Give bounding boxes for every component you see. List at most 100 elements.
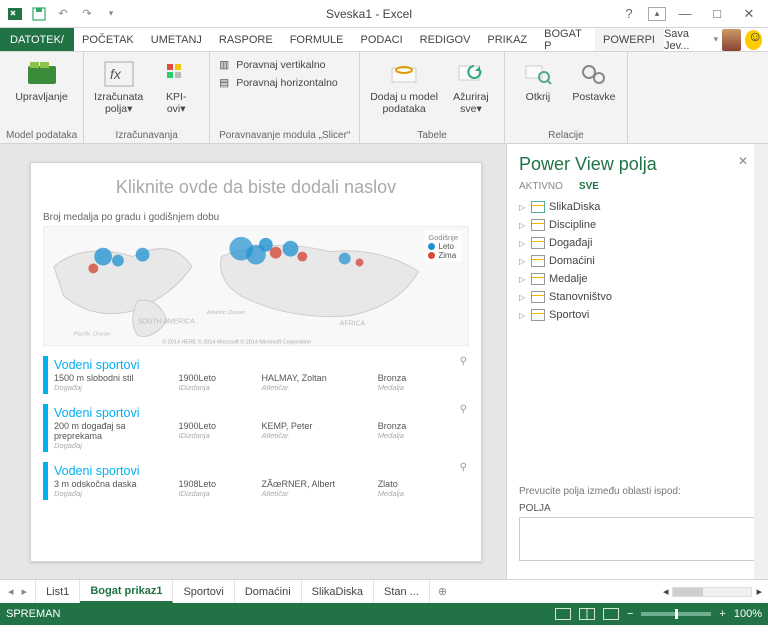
help-icon[interactable]: ? [616, 4, 642, 24]
view-layout-icon[interactable] [579, 608, 595, 620]
tab-file[interactable]: DATOTEK/ [0, 28, 74, 51]
field-item[interactable]: ▷ Discipline [519, 216, 756, 234]
zoom-value[interactable]: 100% [734, 608, 762, 620]
main-area: Kliknite ovde da biste dodali naslov Bro… [0, 144, 768, 579]
tab-view[interactable]: PRIKAZ [479, 28, 536, 51]
refresh-all-button[interactable]: Ažuriraj sve▾ [444, 56, 498, 117]
field-item[interactable]: ▷Domaćini [519, 252, 756, 270]
pin-icon[interactable]: ⚲ [460, 356, 467, 367]
kpi-button[interactable]: KPI- ovi▾ [149, 56, 203, 117]
hscroll-thumb[interactable] [673, 588, 703, 596]
group-calc: fx Izračunata polja▾ KPI- ovi▾ Izračunav… [84, 52, 210, 143]
tab-home[interactable]: POČETAK [74, 28, 143, 51]
tab-data[interactable]: PODACI [352, 28, 411, 51]
tab-powerview[interactable]: BOGAT P [536, 28, 595, 51]
tab-review[interactable]: REDIGOV [412, 28, 480, 51]
title-placeholder[interactable]: Kliknite ovde da biste dodali naslov [43, 171, 469, 212]
zoom-out-icon[interactable]: − [627, 608, 633, 620]
add-sheet-icon[interactable]: ⊕ [430, 580, 455, 603]
user-name: Sava Jev... [664, 28, 710, 52]
expand-icon[interactable]: ▷ [519, 311, 527, 320]
fields-pane: Power View polja ✕ AKTIVNO SVE ▷SlikaDis… [506, 144, 768, 579]
minimize-icon[interactable]: — [672, 4, 698, 24]
data-card[interactable]: ⚲ Vodeni sportovi 1500 m slobodni stilDo… [43, 356, 469, 394]
smiley-icon[interactable] [745, 30, 762, 50]
close-icon[interactable]: ✕ [736, 4, 762, 24]
avatar[interactable] [722, 29, 741, 51]
powerview-canvas[interactable]: Kliknite ovde da biste dodali naslov Bro… [30, 162, 482, 562]
tab-insert[interactable]: UMETANJ [143, 28, 211, 51]
field-label: Discipline [549, 219, 596, 231]
sheet-tab[interactable]: SlikaDiska [302, 580, 374, 603]
expand-icon[interactable]: ▷ [519, 293, 527, 302]
pane-scrollbar[interactable] [754, 144, 768, 579]
ribbon-tabs: DATOTEK/ POČETAK UMETANJ RASPORE FORMULE… [0, 28, 768, 52]
sheet-tab[interactable]: Sportovi [173, 580, 234, 603]
hscroll-right-icon[interactable]: ▸ [756, 585, 762, 598]
expand-icon[interactable]: ▷ [519, 221, 527, 230]
expand-icon[interactable]: ▷ [519, 203, 527, 212]
window-title: Sveska1 - Excel [122, 7, 616, 21]
window-controls: ? ▴ — □ ✕ [616, 4, 768, 24]
sheet-tab[interactable]: Bogat prikaz1 [80, 580, 173, 603]
map-caption: Broj medalja po gradu i godišnjem dobu [43, 212, 469, 226]
refresh-icon [455, 58, 487, 90]
field-item[interactable]: ▷Medalje [519, 270, 756, 288]
data-card[interactable]: ⚲ Vodeni sportovi 200 m događaj sa prepr… [43, 404, 469, 452]
undo-icon[interactable]: ↶ [52, 3, 74, 25]
expand-icon[interactable]: ▷ [519, 275, 527, 284]
table-icon [531, 237, 545, 249]
sheet-tab[interactable]: List1 [36, 580, 80, 603]
tab-layout[interactable]: RASPORE [211, 28, 282, 51]
hscroll-left-icon[interactable]: ◂ [663, 585, 669, 598]
align-horiz-icon: ▤ [216, 75, 232, 91]
zoom-slider[interactable] [641, 612, 711, 616]
align-vert-button[interactable]: ▥Poravnaj vertikalno [216, 56, 353, 74]
align-horiz-button[interactable]: ▤Poravnaj horizontalno [216, 74, 353, 92]
maximize-icon[interactable]: □ [704, 4, 730, 24]
zoom-in-icon[interactable]: + [719, 608, 725, 620]
field-item[interactable]: ▷Događaji [519, 234, 756, 252]
pin-icon[interactable]: ⚲ [460, 404, 467, 415]
align-vert-icon: ▥ [216, 57, 232, 73]
view-break-icon[interactable] [603, 608, 619, 620]
excel-icon[interactable] [4, 3, 26, 25]
pane-tab-all[interactable]: SVE [579, 181, 599, 192]
fields-drop-box[interactable] [519, 517, 756, 561]
table-icon [531, 219, 545, 231]
tab-powerpivot[interactable]: POWERPI [595, 28, 664, 51]
field-item[interactable]: ▷ SlikaDiska [519, 198, 756, 216]
sheet-nav[interactable]: ◂▸ [0, 580, 36, 603]
kpi-icon [160, 58, 192, 90]
expand-icon[interactable]: ▷ [519, 239, 527, 248]
drop-zone: Prevucite polja između oblasti ispod: PO… [507, 478, 768, 579]
map-visual[interactable]: SOUTH AMERICA AFRICA Atlantic Ocean Paci… [43, 226, 469, 346]
save-icon[interactable] [28, 3, 50, 25]
world-map-icon: SOUTH AMERICA AFRICA Atlantic Ocean Paci… [44, 227, 468, 345]
calc-fields-button[interactable]: fx Izračunata polja▾ [90, 56, 147, 117]
pane-close-icon[interactable]: ✕ [738, 154, 748, 168]
canvas-zone[interactable]: Kliknite ovde da biste dodali naslov Bro… [0, 144, 506, 579]
data-card[interactable]: ⚲ Vodeni sportovi 3 m odskočna daskaDoga… [43, 462, 469, 500]
detect-button[interactable]: Otkrij [511, 56, 565, 106]
link-table-icon [388, 58, 420, 90]
pane-tab-active[interactable]: AKTIVNO [519, 181, 563, 192]
expand-icon[interactable]: ▷ [519, 257, 527, 266]
view-normal-icon[interactable] [555, 608, 571, 620]
field-item[interactable]: ▷Stanovništvo [519, 288, 756, 306]
pin-icon[interactable]: ⚲ [460, 462, 467, 473]
ribbon-options-icon[interactable]: ▴ [648, 7, 666, 21]
redo-icon[interactable]: ↷ [76, 3, 98, 25]
hscroll-track[interactable] [672, 587, 752, 597]
settings-button[interactable]: Postavke [567, 56, 621, 106]
add-to-model-button[interactable]: Dodaj u model podataka [366, 56, 442, 117]
manage-button[interactable]: Upravljanje [6, 56, 77, 106]
table-icon [531, 291, 545, 303]
user-area[interactable]: Sava Jev...▾ [664, 28, 768, 51]
field-item[interactable]: ▷Sportovi [519, 306, 756, 324]
sheet-tab[interactable]: Domaćini [235, 580, 302, 603]
sheet-tab[interactable]: Stan ... [374, 580, 430, 603]
field-label: SlikaDiska [549, 201, 600, 213]
tab-formulas[interactable]: FORMULE [282, 28, 353, 51]
qat-more-icon[interactable]: ▾ [100, 3, 122, 25]
